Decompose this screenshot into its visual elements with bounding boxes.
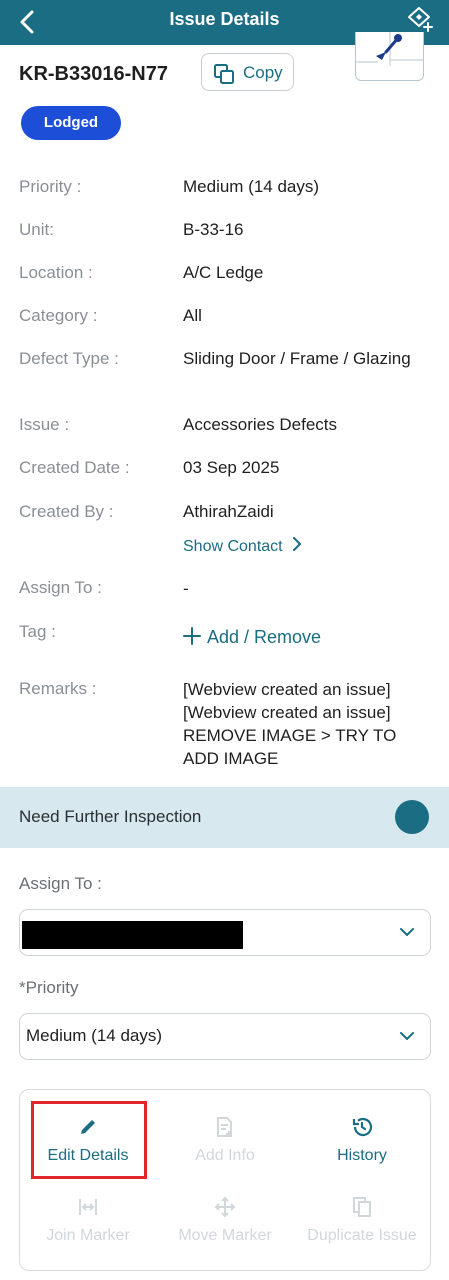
redacted-assignee: [22, 921, 243, 949]
chevron-right-icon: [293, 537, 302, 551]
issue-value: Accessories Defects: [183, 415, 337, 434]
join-marker-button[interactable]: Join Marker: [20, 1186, 156, 1256]
note-add-icon: [217, 1117, 232, 1137]
location-label: Location :: [19, 263, 93, 282]
duplicate-icon: [353, 1197, 371, 1217]
history-icon: [352, 1117, 373, 1137]
chevron-down-icon: [400, 928, 414, 936]
category-value: All: [183, 306, 202, 325]
tag-label: Tag :: [19, 622, 56, 641]
duplicate-issue-button[interactable]: Duplicate Issue: [294, 1186, 430, 1256]
remarks-label: Remarks :: [19, 679, 97, 698]
join-marker-icon: [79, 1199, 97, 1215]
assign-to-label: Assign To :: [19, 578, 102, 597]
status-badge: Lodged: [21, 106, 121, 140]
created-date-value: 03 Sep 2025: [183, 458, 280, 477]
tag-add-remove-button[interactable]: Add / Remove: [183, 627, 321, 648]
priority-form-label: *Priority: [19, 978, 79, 997]
priority-select-value: Medium (14 days): [26, 1026, 163, 1045]
defect-type-value: Sliding Door / Frame / Glazing: [183, 349, 411, 368]
location-value: A/C Ledge: [183, 263, 264, 282]
priority-value: Medium (14 days): [183, 177, 320, 196]
further-inspection-label: Need Further Inspection: [19, 807, 202, 826]
history-button[interactable]: History: [294, 1106, 430, 1176]
issue-id: KR-B33016-N77: [19, 63, 168, 85]
join-marker-label: Join Marker: [46, 1227, 130, 1244]
tag-add-remove-label: Add / Remove: [207, 627, 322, 647]
assign-to-select[interactable]: [19, 909, 431, 956]
move-marker-label: Move Marker: [178, 1227, 272, 1244]
unit-label: Unit:: [19, 220, 54, 239]
add-info-button[interactable]: Add Info: [157, 1106, 293, 1176]
header-action-button[interactable]: [407, 5, 435, 33]
plus-icon: [183, 627, 201, 645]
move-icon: [214, 1196, 236, 1218]
priority-select[interactable]: Medium (14 days): [19, 1013, 431, 1060]
category-label: Category :: [19, 306, 98, 325]
created-by-label: Created By :: [19, 502, 114, 521]
copy-button[interactable]: Copy: [201, 53, 294, 91]
floorplan-thumbnail[interactable]: [355, 32, 424, 81]
issue-label: Issue :: [19, 415, 70, 434]
remarks-value: [Webview created an issue] [Webview crea…: [183, 680, 397, 768]
unit-value: B-33-16: [183, 220, 244, 239]
priority-label: Priority :: [19, 177, 82, 196]
duplicate-issue-label: Duplicate Issue: [307, 1227, 417, 1244]
further-inspection-row: Need Further Inspection: [0, 787, 449, 848]
created-date-label: Created Date :: [19, 458, 130, 477]
assign-to-form-label: Assign To :: [19, 874, 102, 893]
copy-label: Copy: [243, 63, 283, 82]
move-marker-button[interactable]: Move Marker: [157, 1186, 293, 1256]
created-by-value: AthirahZaidi: [183, 502, 274, 521]
chevron-down-icon: [400, 1032, 414, 1040]
floorplan-image: [356, 32, 423, 66]
copy-icon: [214, 64, 234, 84]
show-contact-link[interactable]: Show Contact: [183, 537, 303, 556]
show-contact-label: Show Contact: [183, 538, 283, 555]
assign-to-value: -: [183, 579, 189, 598]
further-inspection-toggle[interactable]: [395, 800, 429, 834]
edit-details-highlight: [31, 1101, 147, 1179]
add-info-label: Add Info: [195, 1147, 255, 1164]
layers-add-icon: [408, 7, 433, 32]
defect-type-label: Defect Type :: [19, 349, 119, 368]
history-label: History: [337, 1147, 387, 1164]
page-title: Issue Details: [169, 9, 280, 29]
